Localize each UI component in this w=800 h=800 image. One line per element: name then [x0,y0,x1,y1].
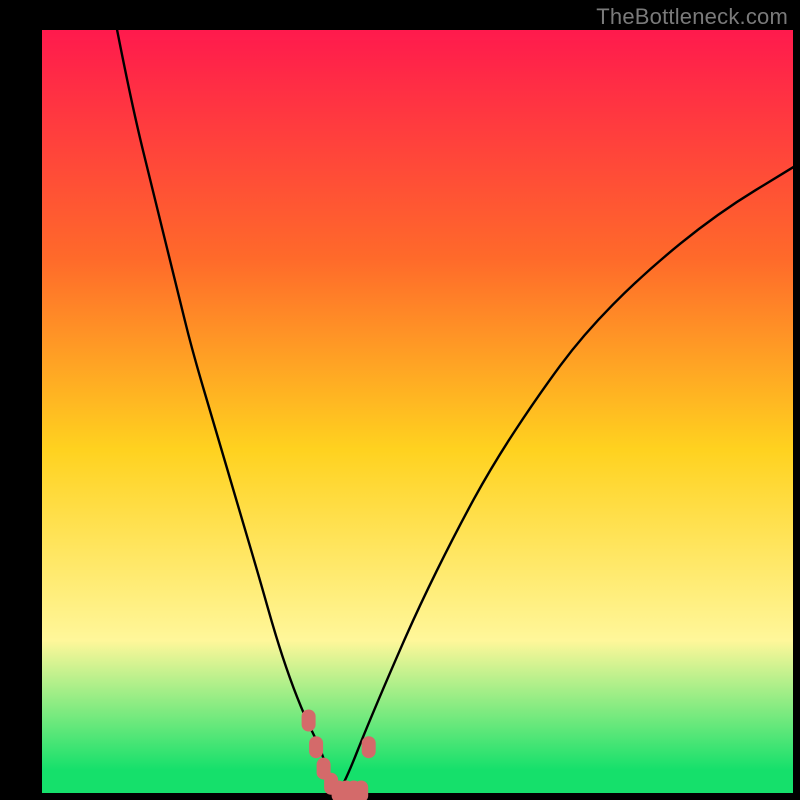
highlight-marker [354,781,368,800]
chart-svg [0,0,800,800]
plot-background [42,30,793,793]
chart-frame: TheBottleneck.com [0,0,800,800]
watermark-text: TheBottleneck.com [596,4,788,30]
highlight-marker [362,736,376,758]
highlight-marker [309,736,323,758]
highlight-marker [302,710,316,732]
